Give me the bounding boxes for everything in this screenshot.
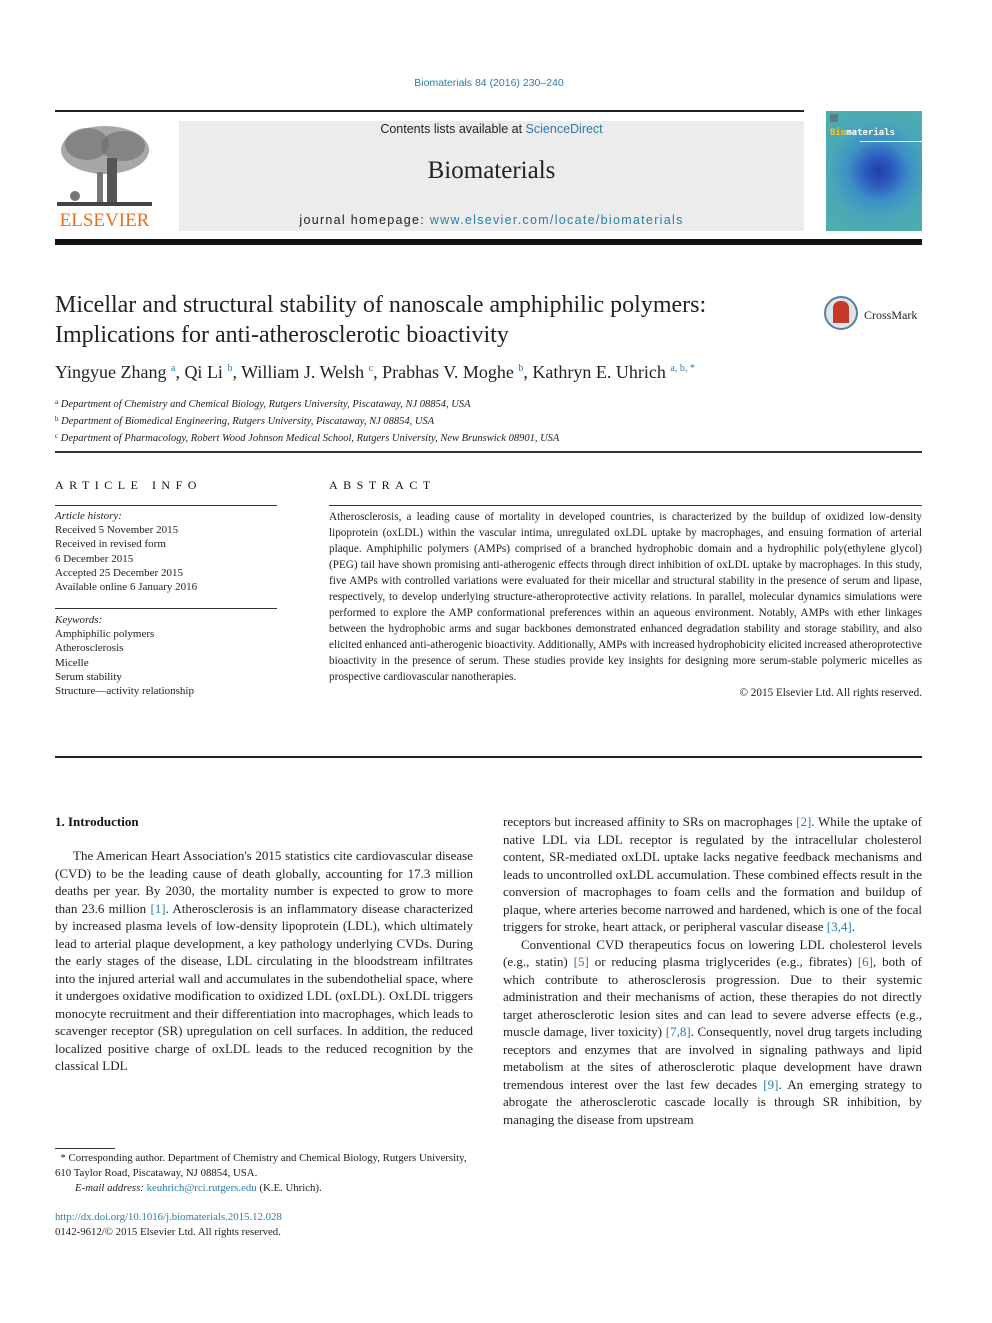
author[interactable]: Yingyue Zhang a: [55, 362, 175, 382]
cover-title: Biomaterials: [830, 128, 896, 138]
article-title: Micellar and structural stability of nan…: [55, 292, 707, 348]
journal-banner: Contents lists available at ScienceDirec…: [179, 121, 804, 231]
crossmark-label: CrossMark: [864, 308, 918, 322]
history-item: Available online 6 January 2016: [55, 581, 198, 594]
article-history: Article history: Received 5 November 201…: [55, 509, 277, 594]
citation-ref[interactable]: [3,4]: [827, 919, 852, 934]
corresponding-author-note: * Corresponding author. Department of Ch…: [55, 1152, 467, 1179]
citation-ref[interactable]: [2]: [796, 814, 811, 829]
homepage-prefix: journal homepage:: [299, 213, 430, 227]
elsevier-wordmark: ELSEVIER: [59, 210, 150, 231]
paragraph: The American Heart Association's 2015 st…: [55, 848, 473, 1073]
journal-cover[interactable]: Biomaterials: [826, 111, 922, 231]
article-info-heading: ARTICLE INFO: [55, 478, 202, 492]
homepage-line: journal homepage: www.elsevier.com/locat…: [179, 213, 804, 227]
abstract-heading: ABSTRACT: [329, 478, 436, 492]
doi-block: http://dx.doi.org/10.1016/j.biomaterials…: [55, 1210, 282, 1240]
header-top-rule: [55, 110, 804, 112]
body-column-left: The American Heart Association's 2015 st…: [55, 847, 473, 1075]
paragraph: receptors but increased affinity to SRs …: [503, 814, 922, 934]
author[interactable]: Kathryn E. Uhrich a, b, *: [532, 362, 694, 382]
keyword: Serum stability: [55, 670, 122, 683]
cover-divider: [860, 141, 922, 142]
doi-link[interactable]: http://dx.doi.org/10.1016/j.biomaterials…: [55, 1211, 282, 1223]
author[interactable]: Prabhas V. Moghe b: [382, 362, 523, 382]
keyword: Micelle: [55, 656, 89, 669]
crossmark-ribbon-icon: [833, 301, 849, 323]
email-line: E-mail address: keuhrich@rci.rutgers.edu…: [75, 1182, 322, 1194]
issn-line: 0142-9612/© 2015 Elsevier Ltd. All right…: [55, 1226, 281, 1238]
keywords: Keywords: Amphiphilic polymers Atheroscl…: [55, 613, 277, 698]
journal-citation[interactable]: Biomaterials 84 (2016) 230–240: [0, 77, 978, 89]
email-link[interactable]: keuhrich@rci.rutgers.edu: [147, 1182, 257, 1194]
affiliations: a Department of Chemistry and Chemical B…: [55, 395, 915, 446]
citation-ref[interactable]: [5]: [574, 954, 589, 969]
citation-ref[interactable]: [6]: [858, 954, 873, 969]
section-rule: [55, 451, 922, 453]
abstract-copyright: © 2015 Elsevier Ltd. All rights reserved…: [739, 687, 923, 699]
abstract-rule: [329, 505, 922, 506]
abstract-text: Atherosclerosis, a leading cause of mort…: [329, 511, 922, 683]
header-thick-rule: [55, 239, 922, 245]
affiliation: b Department of Biomedical Engineering, …: [55, 415, 435, 427]
journal-title: Biomaterials: [427, 157, 556, 184]
history-item: Received in revised form: [55, 538, 166, 551]
author[interactable]: William J. Welsh c: [241, 362, 373, 382]
keywords-label: Keywords:: [55, 614, 103, 626]
crossmark-button[interactable]: CrossMark: [824, 295, 924, 335]
elsevier-logo[interactable]: ELSEVIER: [53, 120, 156, 232]
body-column-right: receptors but increased affinity to SRs …: [503, 813, 922, 1128]
history-item: Accepted 25 December 2015: [55, 566, 183, 579]
history-item: 6 December 2015: [55, 552, 134, 565]
contents-line: Contents lists available at ScienceDirec…: [179, 122, 804, 136]
keyword: Amphiphilic polymers: [55, 628, 155, 641]
author[interactable]: Qi Li b: [184, 362, 232, 382]
contents-prefix: Contents lists available at: [380, 122, 526, 136]
article-info-rule: [55, 505, 277, 506]
abstract: Atherosclerosis, a leading cause of mort…: [329, 509, 922, 701]
author-list: Yingyue Zhang a, Qi Li b, William J. Wel…: [55, 362, 695, 382]
footnote-rule: [55, 1148, 115, 1149]
section-heading-introduction: 1. Introduction: [55, 814, 139, 829]
cover-emblem-icon: [830, 114, 838, 122]
footnote: * Corresponding author. Department of Ch…: [55, 1151, 473, 1196]
keyword: Atherosclerosis: [55, 642, 124, 655]
paragraph: Conventional CVD therapeutics focus on l…: [503, 936, 922, 1127]
affiliation: a Department of Chemistry and Chemical B…: [55, 398, 471, 410]
keywords-rule: [55, 608, 277, 609]
history-item: Received 5 November 2015: [55, 524, 179, 537]
citation-ref[interactable]: [1]: [150, 901, 165, 916]
history-label: Article history:: [55, 510, 122, 522]
affiliation: c Department of Pharmacology, Robert Woo…: [55, 432, 560, 444]
citation-ref[interactable]: [9]: [763, 1077, 778, 1092]
keyword: Structure—activity relationship: [55, 685, 194, 698]
citation-ref[interactable]: [7,8]: [666, 1024, 691, 1039]
front-matter-end-rule: [55, 756, 922, 758]
homepage-link[interactable]: www.elsevier.com/locate/biomaterials: [430, 213, 684, 227]
elsevier-tree-icon: [57, 122, 152, 208]
sciencedirect-link[interactable]: ScienceDirect: [526, 122, 603, 136]
